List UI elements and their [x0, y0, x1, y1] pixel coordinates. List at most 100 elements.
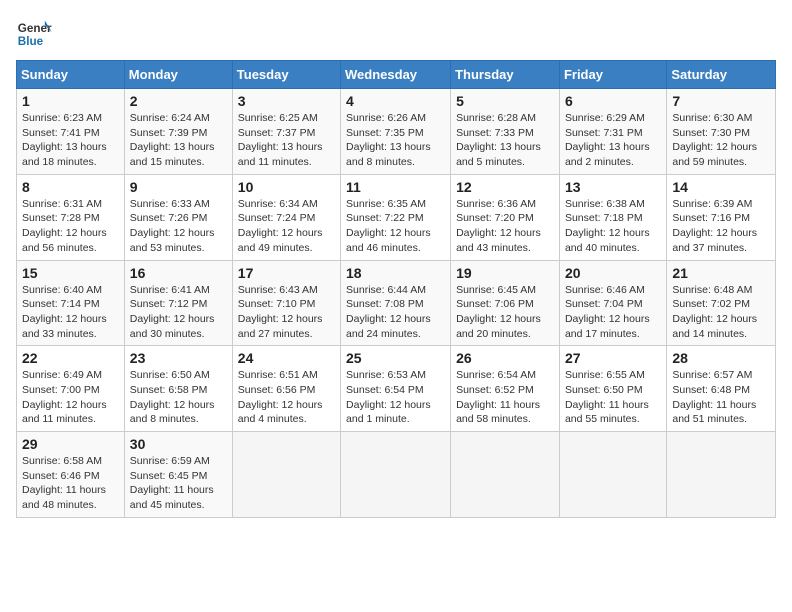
day-number: 20 [565, 265, 661, 281]
day-info: Sunrise: 6:24 AM Sunset: 7:39 PM Dayligh… [130, 111, 227, 170]
day-info: Sunrise: 6:55 AM Sunset: 6:50 PM Dayligh… [565, 368, 661, 427]
calendar-day: 10Sunrise: 6:34 AM Sunset: 7:24 PM Dayli… [232, 174, 340, 260]
day-number: 27 [565, 350, 661, 366]
day-info: Sunrise: 6:48 AM Sunset: 7:02 PM Dayligh… [672, 283, 770, 342]
day-info: Sunrise: 6:28 AM Sunset: 7:33 PM Dayligh… [456, 111, 554, 170]
calendar-day: 2 Sunrise: 6:24 AM Sunset: 7:39 PM Daylig… [124, 89, 232, 175]
day-number: 5 [456, 93, 554, 109]
day-number: 18 [346, 265, 445, 281]
day-info: Sunrise: 6:31 AM Sunset: 7:28 PM Dayligh… [22, 197, 119, 256]
day-number: 22 [22, 350, 119, 366]
day-info: Sunrise: 6:30 AM Sunset: 7:30 PM Dayligh… [672, 111, 770, 170]
logo-icon: General Blue [16, 16, 52, 52]
calendar-day: 16 Sunrise: 6:41 AM Sunset: 7:12 PM Dayli… [124, 260, 232, 346]
day-number: 26 [456, 350, 554, 366]
day-number: 30 [130, 436, 227, 452]
calendar-day: 27 Sunrise: 6:55 AM Sunset: 6:50 PM Dayli… [559, 346, 666, 432]
calendar-day [341, 432, 451, 518]
calendar-day: 12Sunrise: 6:36 AM Sunset: 7:20 PM Dayli… [451, 174, 560, 260]
day-info: Sunrise: 6:44 AM Sunset: 7:08 PM Dayligh… [346, 283, 445, 342]
calendar-day: 22 Sunrise: 6:49 AM Sunset: 7:00 PM Dayli… [17, 346, 125, 432]
day-info: Sunrise: 6:25 AM Sunset: 7:37 PM Dayligh… [238, 111, 335, 170]
day-number: 14 [672, 179, 770, 195]
day-info: Sunrise: 6:54 AM Sunset: 6:52 PM Dayligh… [456, 368, 554, 427]
calendar-day: 11 Sunrise: 6:35 AM Sunset: 7:22 PM Dayli… [341, 174, 451, 260]
calendar-day: 28Sunrise: 6:57 AM Sunset: 6:48 PM Dayli… [667, 346, 776, 432]
calendar-day: 3 Sunrise: 6:25 AM Sunset: 7:37 PM Daylig… [232, 89, 340, 175]
calendar-day: 19 Sunrise: 6:45 AM Sunset: 7:06 PM Dayli… [451, 260, 560, 346]
calendar-day: 17 Sunrise: 6:43 AM Sunset: 7:10 PM Dayli… [232, 260, 340, 346]
day-number: 25 [346, 350, 445, 366]
day-number: 21 [672, 265, 770, 281]
day-number: 4 [346, 93, 445, 109]
calendar-week-3: 15Sunrise: 6:40 AM Sunset: 7:14 PM Dayli… [17, 260, 776, 346]
calendar-day [559, 432, 666, 518]
day-info: Sunrise: 6:58 AM Sunset: 6:46 PM Dayligh… [22, 454, 119, 513]
day-number: 7 [672, 93, 770, 109]
calendar-week-1: 1 Sunrise: 6:23 AM Sunset: 7:41 PM Daylig… [17, 89, 776, 175]
calendar-body: 1 Sunrise: 6:23 AM Sunset: 7:41 PM Daylig… [17, 89, 776, 518]
calendar-day: 18 Sunrise: 6:44 AM Sunset: 7:08 PM Dayli… [341, 260, 451, 346]
calendar-day: 15Sunrise: 6:40 AM Sunset: 7:14 PM Dayli… [17, 260, 125, 346]
day-number: 13 [565, 179, 661, 195]
header-cell-tuesday: Tuesday [232, 61, 340, 89]
day-info: Sunrise: 6:43 AM Sunset: 7:10 PM Dayligh… [238, 283, 335, 342]
day-number: 19 [456, 265, 554, 281]
day-number: 24 [238, 350, 335, 366]
calendar-day: 4Sunrise: 6:26 AM Sunset: 7:35 PM Daylig… [341, 89, 451, 175]
day-info: Sunrise: 6:38 AM Sunset: 7:18 PM Dayligh… [565, 197, 661, 256]
header-cell-saturday: Saturday [667, 61, 776, 89]
day-info: Sunrise: 6:50 AM Sunset: 6:58 PM Dayligh… [130, 368, 227, 427]
calendar-day: 6 Sunrise: 6:29 AM Sunset: 7:31 PM Daylig… [559, 89, 666, 175]
day-info: Sunrise: 6:59 AM Sunset: 6:45 PM Dayligh… [130, 454, 227, 513]
calendar-table: SundayMondayTuesdayWednesdayThursdayFrid… [16, 60, 776, 518]
calendar-week-4: 22 Sunrise: 6:49 AM Sunset: 7:00 PM Dayli… [17, 346, 776, 432]
day-number: 16 [130, 265, 227, 281]
calendar-day [451, 432, 560, 518]
day-number: 1 [22, 93, 119, 109]
day-number: 8 [22, 179, 119, 195]
calendar-day: 21 Sunrise: 6:48 AM Sunset: 7:02 PM Dayli… [667, 260, 776, 346]
day-info: Sunrise: 6:49 AM Sunset: 7:00 PM Dayligh… [22, 368, 119, 427]
day-info: Sunrise: 6:45 AM Sunset: 7:06 PM Dayligh… [456, 283, 554, 342]
day-info: Sunrise: 6:29 AM Sunset: 7:31 PM Dayligh… [565, 111, 661, 170]
day-info: Sunrise: 6:41 AM Sunset: 7:12 PM Dayligh… [130, 283, 227, 342]
header-cell-monday: Monday [124, 61, 232, 89]
day-number: 6 [565, 93, 661, 109]
day-number: 3 [238, 93, 335, 109]
page-header: General Blue [16, 16, 776, 52]
day-info: Sunrise: 6:23 AM Sunset: 7:41 PM Dayligh… [22, 111, 119, 170]
calendar-day: 1 Sunrise: 6:23 AM Sunset: 7:41 PM Daylig… [17, 89, 125, 175]
day-info: Sunrise: 6:36 AM Sunset: 7:20 PM Dayligh… [456, 197, 554, 256]
day-number: 2 [130, 93, 227, 109]
calendar-week-5: 29Sunrise: 6:58 AM Sunset: 6:46 PM Dayli… [17, 432, 776, 518]
calendar-day: 25 Sunrise: 6:53 AM Sunset: 6:54 PM Dayli… [341, 346, 451, 432]
day-info: Sunrise: 6:51 AM Sunset: 6:56 PM Dayligh… [238, 368, 335, 427]
calendar-day [667, 432, 776, 518]
header-cell-friday: Friday [559, 61, 666, 89]
day-info: Sunrise: 6:34 AM Sunset: 7:24 PM Dayligh… [238, 197, 335, 256]
header-row: SundayMondayTuesdayWednesdayThursdayFrid… [17, 61, 776, 89]
calendar-day: 7 Sunrise: 6:30 AM Sunset: 7:30 PM Daylig… [667, 89, 776, 175]
day-info: Sunrise: 6:46 AM Sunset: 7:04 PM Dayligh… [565, 283, 661, 342]
svg-text:Blue: Blue [18, 35, 44, 48]
calendar-day: 26 Sunrise: 6:54 AM Sunset: 6:52 PM Dayli… [451, 346, 560, 432]
calendar-day: 9Sunrise: 6:33 AM Sunset: 7:26 PM Daylig… [124, 174, 232, 260]
day-info: Sunrise: 6:35 AM Sunset: 7:22 PM Dayligh… [346, 197, 445, 256]
calendar-day: 13 Sunrise: 6:38 AM Sunset: 7:18 PM Dayli… [559, 174, 666, 260]
calendar-header: SundayMondayTuesdayWednesdayThursdayFrid… [17, 61, 776, 89]
day-info: Sunrise: 6:57 AM Sunset: 6:48 PM Dayligh… [672, 368, 770, 427]
calendar-week-2: 8 Sunrise: 6:31 AM Sunset: 7:28 PM Daylig… [17, 174, 776, 260]
day-number: 11 [346, 179, 445, 195]
calendar-day: 29Sunrise: 6:58 AM Sunset: 6:46 PM Dayli… [17, 432, 125, 518]
logo: General Blue [16, 16, 52, 52]
day-info: Sunrise: 6:40 AM Sunset: 7:14 PM Dayligh… [22, 283, 119, 342]
day-info: Sunrise: 6:39 AM Sunset: 7:16 PM Dayligh… [672, 197, 770, 256]
calendar-day: 23 Sunrise: 6:50 AM Sunset: 6:58 PM Dayli… [124, 346, 232, 432]
day-number: 17 [238, 265, 335, 281]
calendar-day: 24 Sunrise: 6:51 AM Sunset: 6:56 PM Dayli… [232, 346, 340, 432]
day-info: Sunrise: 6:53 AM Sunset: 6:54 PM Dayligh… [346, 368, 445, 427]
day-number: 23 [130, 350, 227, 366]
calendar-day: 20 Sunrise: 6:46 AM Sunset: 7:04 PM Dayli… [559, 260, 666, 346]
calendar-day: 30 Sunrise: 6:59 AM Sunset: 6:45 PM Dayli… [124, 432, 232, 518]
